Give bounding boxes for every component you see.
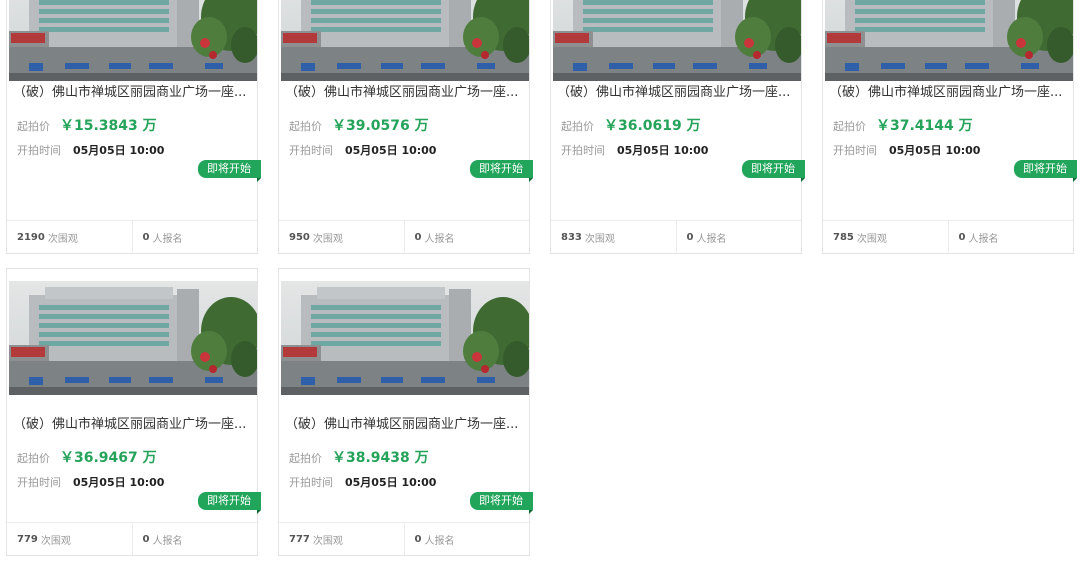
starting-price: ￥38.9438 万	[332, 450, 429, 466]
price-label: 起拍价	[561, 120, 594, 133]
listing-stats: 2190 次围观 0 人报名	[7, 220, 257, 253]
status-badge: 即将开始	[470, 160, 533, 182]
views-stat: 950 次围观	[279, 221, 404, 253]
start-time: 05月05日 10:00	[617, 144, 709, 157]
views-count: 950	[289, 231, 310, 243]
views-stat: 777 次围观	[279, 523, 404, 555]
signups-unit: 人报名	[152, 535, 183, 547]
listing-card[interactable]: （破）佛山市禅城区丽园商业广场一座... 起拍价 ￥36.0619 万 开拍时间 0…	[550, 0, 805, 254]
views-count: 833	[561, 231, 582, 243]
views-count: 785	[833, 231, 854, 243]
listing-stats: 779 次围观 0 人报名	[7, 522, 257, 555]
listing-grid: （破）佛山市禅城区丽园商业广场一座... 起拍价 ￥15.3843 万 开拍时间 0…	[0, 0, 1080, 564]
signups-unit: 人报名	[696, 233, 727, 245]
listing-card[interactable]: （破）佛山市禅城区丽园商业广场一座... 起拍价 ￥39.0576 万 开拍时间 0…	[278, 0, 533, 254]
views-unit: 次围观	[312, 233, 343, 245]
listing-photo[interactable]	[9, 0, 257, 81]
listing-card[interactable]: （破）佛山市禅城区丽园商业广场一座... 起拍价 ￥38.9438 万 开拍时间 0…	[278, 268, 533, 556]
start-time: 05月05日 10:00	[73, 476, 165, 489]
time-label: 开拍时间	[561, 144, 605, 157]
views-unit: 次围观	[856, 233, 887, 245]
views-unit: 次围观	[40, 535, 71, 547]
starting-price: ￥36.0619 万	[604, 118, 701, 134]
signups-stat: 0 人报名	[675, 221, 802, 253]
signups-count: 0	[142, 533, 150, 545]
status-badge: 即将开始	[198, 492, 261, 514]
signups-count: 0	[958, 231, 966, 243]
views-stat: 2190 次围观	[7, 221, 132, 253]
status-badge: 即将开始	[1014, 160, 1077, 182]
listing-title[interactable]: （破）佛山市禅城区丽园商业广场一座...	[285, 415, 523, 435]
views-count: 2190	[17, 231, 45, 243]
views-unit: 次围观	[584, 233, 615, 245]
views-count: 779	[17, 533, 38, 545]
building-photo-icon	[9, 0, 257, 81]
listing-title[interactable]: （破）佛山市禅城区丽园商业广场一座...	[13, 83, 251, 103]
start-time: 05月05日 10:00	[345, 476, 437, 489]
starting-price: ￥39.0576 万	[332, 118, 429, 134]
time-label: 开拍时间	[289, 144, 333, 157]
signups-stat: 0 人报名	[947, 221, 1074, 253]
status-badge: 即将开始	[742, 160, 805, 182]
signups-unit: 人报名	[152, 233, 183, 245]
listing-card[interactable]: （破）佛山市禅城区丽园商业广场一座... 起拍价 ￥37.4144 万 开拍时间 0…	[822, 0, 1077, 254]
time-label: 开拍时间	[17, 144, 61, 157]
start-time: 05月05日 10:00	[345, 144, 437, 157]
views-count: 777	[289, 533, 310, 545]
price-label: 起拍价	[289, 120, 322, 133]
listing-card[interactable]: （破）佛山市禅城区丽园商业广场一座... 起拍价 ￥15.3843 万 开拍时间 0…	[6, 0, 261, 254]
listing-title[interactable]: （破）佛山市禅城区丽园商业广场一座...	[285, 83, 523, 103]
signups-stat: 0 人报名	[403, 523, 530, 555]
listing-stats: 785 次围观 0 人报名	[823, 220, 1073, 253]
signups-count: 0	[414, 533, 422, 545]
listing-title[interactable]: （破）佛山市禅城区丽园商业广场一座...	[557, 83, 795, 103]
signups-unit: 人报名	[424, 535, 455, 547]
building-photo-icon	[281, 0, 529, 81]
building-photo-icon	[281, 281, 529, 395]
signups-count: 0	[414, 231, 422, 243]
listing-title[interactable]: （破）佛山市禅城区丽园商业广场一座...	[13, 415, 251, 435]
signups-stat: 0 人报名	[131, 523, 258, 555]
starting-price: ￥15.3843 万	[60, 118, 157, 134]
views-stat: 779 次围观	[7, 523, 132, 555]
signups-count: 0	[686, 231, 694, 243]
listing-photo[interactable]	[281, 0, 529, 81]
price-label: 起拍价	[289, 452, 322, 465]
price-label: 起拍价	[17, 452, 50, 465]
building-photo-icon	[9, 281, 257, 395]
price-label: 起拍价	[17, 120, 50, 133]
start-time: 05月05日 10:00	[73, 144, 165, 157]
listing-stats: 777 次围观 0 人报名	[279, 522, 529, 555]
views-stat: 785 次围观	[823, 221, 948, 253]
starting-price: ￥37.4144 万	[876, 118, 973, 134]
starting-price: ￥36.9467 万	[60, 450, 157, 466]
listing-stats: 950 次围观 0 人报名	[279, 220, 529, 253]
listing-photo[interactable]	[281, 281, 529, 395]
building-photo-icon	[553, 0, 801, 81]
views-stat: 833 次围观	[551, 221, 676, 253]
building-photo-icon	[825, 0, 1073, 81]
signups-stat: 0 人报名	[403, 221, 530, 253]
signups-unit: 人报名	[424, 233, 455, 245]
time-label: 开拍时间	[289, 476, 333, 489]
price-label: 起拍价	[833, 120, 866, 133]
views-unit: 次围观	[312, 535, 343, 547]
listing-stats: 833 次围观 0 人报名	[551, 220, 801, 253]
signups-stat: 0 人报名	[131, 221, 258, 253]
listing-card[interactable]: （破）佛山市禅城区丽园商业广场一座... 起拍价 ￥36.9467 万 开拍时间 0…	[6, 268, 261, 556]
listing-photo[interactable]	[825, 0, 1073, 81]
time-label: 开拍时间	[17, 476, 61, 489]
time-label: 开拍时间	[833, 144, 877, 157]
start-time: 05月05日 10:00	[889, 144, 981, 157]
views-unit: 次围观	[47, 233, 78, 245]
listing-photo[interactable]	[553, 0, 801, 81]
listing-photo[interactable]	[9, 281, 257, 395]
status-badge: 即将开始	[198, 160, 261, 182]
signups-count: 0	[142, 231, 150, 243]
status-badge: 即将开始	[470, 492, 533, 514]
signups-unit: 人报名	[968, 233, 999, 245]
listing-title[interactable]: （破）佛山市禅城区丽园商业广场一座...	[829, 83, 1067, 103]
